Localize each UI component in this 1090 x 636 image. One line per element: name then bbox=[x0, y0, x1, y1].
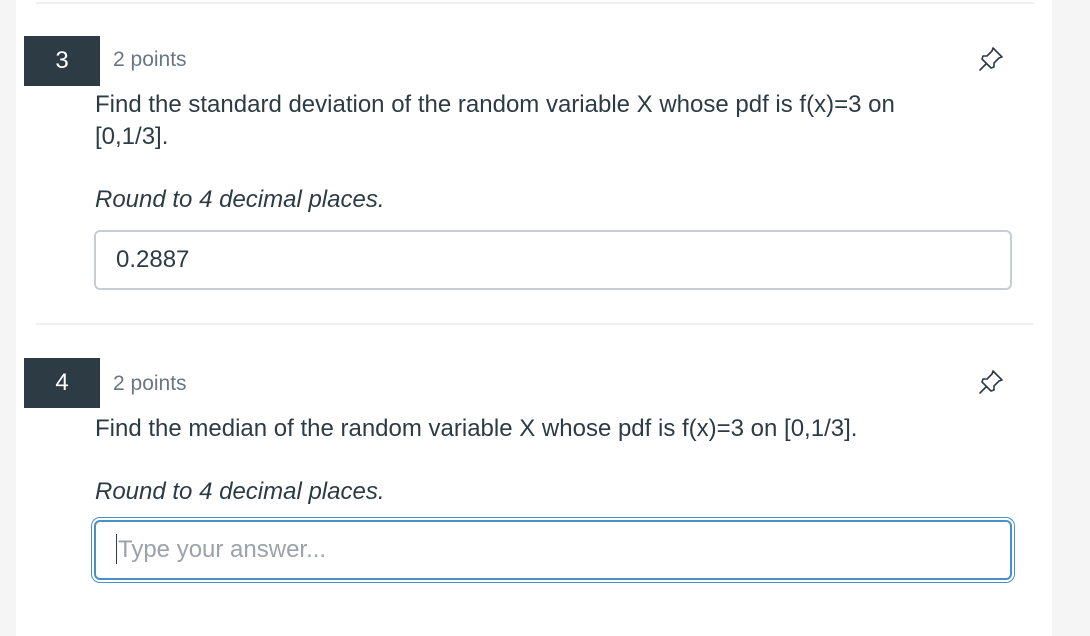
text-caret bbox=[116, 533, 117, 564]
question-instruction: Round to 4 decimal places. bbox=[95, 478, 385, 505]
answer-input[interactable]: 0.2887 bbox=[94, 230, 1012, 290]
question-instruction: Round to 4 decimal places. bbox=[95, 186, 385, 213]
answer-placeholder: Type your answer... bbox=[118, 536, 327, 563]
question-points: 2 points bbox=[113, 48, 187, 71]
question-text: Find the standard deviation of the rando… bbox=[95, 91, 895, 150]
divider-question bbox=[36, 323, 1034, 325]
question-text: Find the median of the random variable X… bbox=[95, 415, 858, 442]
question-number-badge: 3 bbox=[24, 36, 100, 86]
pushpin-icon[interactable] bbox=[974, 42, 1008, 76]
divider-top bbox=[36, 2, 1034, 4]
question-points: 2 points bbox=[113, 372, 187, 395]
pushpin-icon[interactable] bbox=[974, 365, 1008, 399]
question-number-badge: 4 bbox=[24, 358, 100, 408]
answer-input[interactable]: Type your answer... bbox=[94, 520, 1012, 580]
